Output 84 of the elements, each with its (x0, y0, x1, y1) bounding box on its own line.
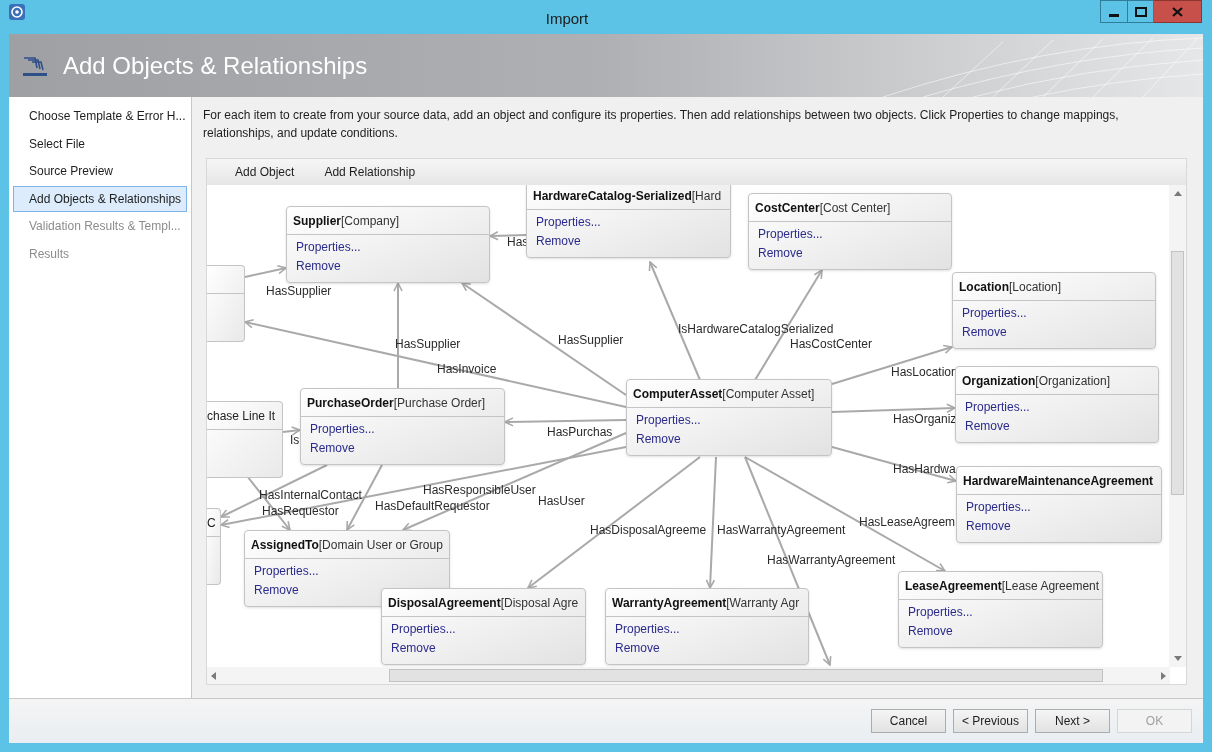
relationship-label: HasSupplier (395, 337, 461, 351)
scroll-left-icon (211, 671, 216, 680)
relationship-label: HasWarrantyAgreement (717, 523, 846, 537)
wizard-button[interactable]: Cancel (871, 709, 946, 733)
object-title: chase Line It (207, 407, 276, 425)
object-title: Supplier[Company] (293, 212, 400, 230)
remove-link[interactable]: Remove (310, 439, 355, 457)
properties-link[interactable]: Properties... (636, 411, 701, 429)
properties-link[interactable]: Properties... (908, 603, 973, 621)
remove-link[interactable]: Remove (615, 639, 660, 657)
properties-link[interactable]: Properties... (310, 420, 375, 438)
relationship-label: Is (290, 433, 300, 447)
relationship-label: HasLocation (891, 365, 958, 379)
object-title: C (207, 514, 216, 532)
relationship-label: HasRequestor (262, 504, 339, 518)
relationship-label: HasDisposalAgreeme (590, 523, 707, 537)
object-title: HardwareMaintenanceAgreement (963, 472, 1154, 490)
object-title: LeaseAgreement[Lease Agreement (905, 577, 1100, 595)
remove-link[interactable]: Remove (966, 517, 1011, 535)
step-item[interactable]: Add Objects & Relationships (13, 185, 187, 212)
properties-link[interactable]: Properties... (536, 213, 601, 231)
maximize-icon (1134, 6, 1147, 17)
remove-link[interactable]: Remove (965, 417, 1010, 435)
remove-link[interactable]: Remove (636, 430, 681, 448)
relationship-label: HasLeaseAgreem (859, 515, 956, 529)
object-title: CostCenter[Cost Center] (755, 199, 891, 217)
add-relationship-button[interactable]: Add Relationship (314, 163, 426, 181)
step-item[interactable]: Source Preview (13, 158, 187, 185)
relationship-label: HasHardwa (893, 462, 956, 476)
object-title: HardwareCatalog-Serialized[Hard (533, 187, 722, 205)
page-title: Add Objects & Relationships (63, 50, 368, 81)
remove-link[interactable]: Remove (391, 639, 436, 657)
relationship-label: HasPurchas (547, 425, 613, 439)
close-button[interactable] (1154, 0, 1202, 23)
remove-link[interactable]: Remove (908, 622, 953, 640)
object-title: Organization[Organization] (962, 372, 1111, 390)
wizard-button[interactable]: < Previous (953, 709, 1028, 733)
object-title: WarrantyAgreement[Warranty Agr (612, 594, 800, 612)
window-title: Import (545, 9, 589, 29)
object-title: DisposalAgreement[Disposal Agre (388, 594, 579, 612)
properties-link[interactable]: Properties... (962, 304, 1027, 322)
step-item[interactable]: Choose Template & Error H... (13, 103, 187, 129)
scroll-right-icon (1161, 671, 1166, 680)
properties-link[interactable]: Properties... (391, 620, 456, 638)
relationship-label: HasOrganiz (893, 412, 957, 426)
relationship-label: HasWarrantyAgreement (767, 553, 896, 567)
remove-link[interactable]: Remove (962, 323, 1007, 341)
close-icon (1172, 6, 1183, 17)
properties-link[interactable]: Properties... (965, 398, 1030, 416)
relationship-label: HasDefaultRequestor (375, 499, 490, 513)
relationship-label: HasResponsibleUser (423, 483, 536, 497)
properties-link[interactable]: Properties... (254, 562, 319, 580)
step-item[interactable]: Select File (13, 130, 187, 157)
app-icon (9, 4, 25, 20)
relationship-label: HasInvoice (437, 362, 497, 376)
wizard-button[interactable]: Next > (1035, 709, 1110, 733)
instructions-text: For each item to create from your source data, add an object and configure its properties. Then add relationships between two objects. Click Properties to change mappings, relationships, and update conditions. (203, 107, 1120, 142)
object-title: Location[Location] (959, 278, 1062, 296)
scroll-down-icon (1173, 656, 1182, 661)
scroll-up-icon (1173, 191, 1182, 196)
relationship-label: HasCostCenter (790, 337, 873, 351)
relationship-arrow (282, 426, 301, 436)
object-title: PurchaseOrder[Purchase Order] (307, 394, 486, 412)
minimize-icon (1109, 13, 1119, 17)
relationship-arrow (244, 265, 287, 278)
horizontal-scrollbar[interactable] (207, 667, 1170, 684)
properties-link[interactable]: Properties... (758, 225, 823, 243)
relationship-label: HasInternalContact (259, 488, 362, 502)
relationship-label: HasSupplier (558, 333, 624, 347)
remove-link[interactable]: Remove (758, 244, 803, 262)
properties-link[interactable]: Properties... (966, 498, 1031, 516)
remove-link[interactable]: Remove (254, 581, 299, 599)
object-title: AssignedTo[Domain User or Group (251, 536, 443, 554)
vertical-scrollbar[interactable] (1169, 185, 1186, 667)
object-title: ComputerAsset[Computer Asset] (633, 385, 815, 403)
properties-link[interactable]: Properties... (615, 620, 680, 638)
remove-link[interactable]: Remove (536, 232, 581, 250)
relationship-label: HasUser (538, 494, 585, 508)
relationship-label: IsHardwareCatalogSerialized (678, 322, 834, 336)
add-object-button[interactable]: Add Object (225, 163, 305, 181)
properties-link[interactable]: Properties... (296, 238, 361, 256)
relationship-label: HasSupplier (266, 284, 332, 298)
minimize-button[interactable] (1100, 0, 1128, 23)
remove-link[interactable]: Remove (296, 257, 341, 275)
